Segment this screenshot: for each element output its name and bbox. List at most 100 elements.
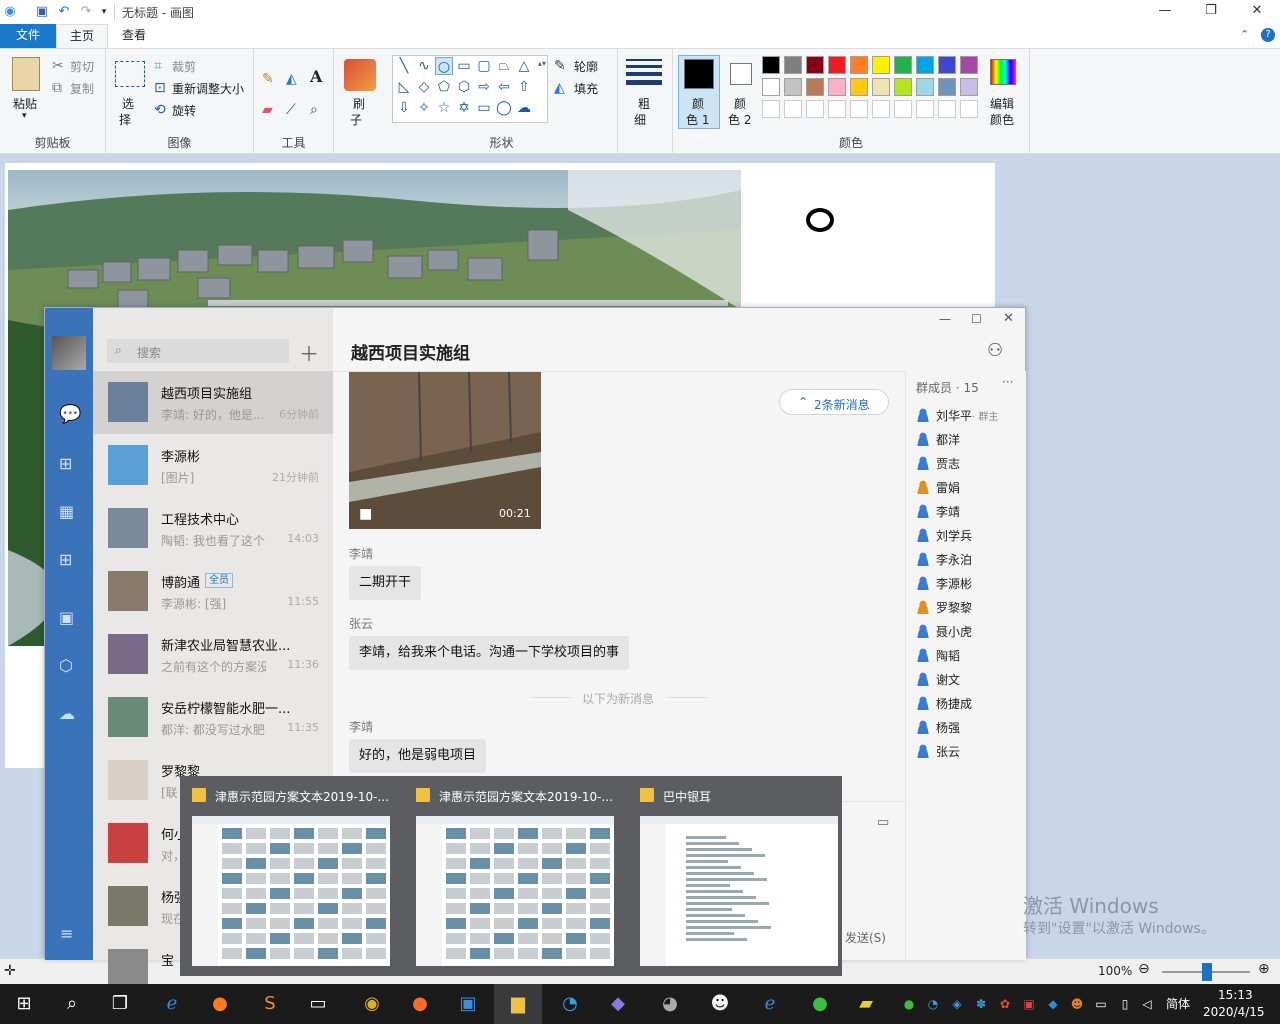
chat-icon[interactable]: 💬 xyxy=(59,404,81,425)
member-item[interactable]: 杨强 xyxy=(916,719,960,736)
drawn-oval-shape[interactable] xyxy=(806,208,834,232)
up-arrow-shape-icon[interactable]: ⇧ xyxy=(515,78,533,96)
calendar-icon[interactable]: ▦ xyxy=(59,502,74,521)
file-explorer-icon[interactable]: ▆ xyxy=(494,984,542,1024)
workbench-icon[interactable]: ⬡ xyxy=(59,656,73,675)
rounded-rect-shape-icon[interactable]: ▢ xyxy=(475,57,493,75)
search-icon[interactable]: ⌕ xyxy=(48,984,96,1024)
quick-access-dropdown-icon[interactable]: ▾ xyxy=(96,4,112,20)
search-box[interactable]: ⌕ 搜索 xyxy=(107,339,289,363)
window-thumbnail[interactable]: 津惠示范园方案文本2019-10-... xyxy=(404,776,624,976)
group-settings-icon[interactable]: ⚇ xyxy=(987,340,1003,361)
hexagon-shape-icon[interactable]: ⬡ xyxy=(455,78,473,96)
ime-indicator[interactable]: 简体 xyxy=(1166,995,1190,1012)
docs-icon[interactable]: ▣ xyxy=(59,608,74,627)
app-window-icon[interactable]: ▣ xyxy=(444,984,492,1024)
ie-browser-icon-2[interactable]: ℯ xyxy=(746,984,794,1024)
tray-app5-icon[interactable]: ◆ xyxy=(1044,996,1062,1012)
brush-icon[interactable] xyxy=(344,59,376,91)
zoom-slider-thumb[interactable] xyxy=(1202,963,1212,981)
right-triangle-shape-icon[interactable]: ◺ xyxy=(395,78,413,96)
undo-icon[interactable]: ↶ xyxy=(56,4,72,20)
paint-taskbar-icon[interactable]: ◕ xyxy=(646,984,694,1024)
video-message[interactable]: ■ 00:21 xyxy=(349,372,541,529)
brush-button[interactable]: 刷 xyxy=(353,95,365,112)
zoom-out-icon[interactable]: ⊖ xyxy=(1138,961,1150,977)
polygon-shape-icon[interactable]: ⏢ xyxy=(495,57,513,75)
app-search-icon[interactable]: ◔ xyxy=(546,984,594,1024)
tab-view[interactable]: 查看 xyxy=(108,24,160,48)
cut-icon[interactable]: ✂ xyxy=(52,58,64,74)
clock-date[interactable]: 2020/4/15 xyxy=(1203,1005,1265,1019)
window-thumbnail[interactable]: 巴中银耳 xyxy=(628,776,848,976)
message-bubble[interactable]: 二期开干 xyxy=(349,566,422,600)
member-item[interactable]: 李永泊 xyxy=(916,551,972,568)
resize-icon[interactable]: ⊡ xyxy=(154,80,166,96)
outline-icon[interactable]: ✎ xyxy=(554,58,566,74)
chat-list-item[interactable]: 新津农业局智慧农业... 之前有这个的方案没。 11:36 xyxy=(93,623,333,686)
menu-icon[interactable]: ≡ xyxy=(60,924,73,943)
member-item[interactable]: 李靖 xyxy=(916,503,960,520)
crop-button[interactable]: 裁剪 xyxy=(172,58,196,75)
member-item[interactable]: 刘华平· 群主 xyxy=(916,407,998,424)
wechat-close-button[interactable]: ✕ xyxy=(1003,311,1014,326)
chrome-icon[interactable]: ◉ xyxy=(348,984,396,1024)
apps-icon[interactable]: ⊞ xyxy=(59,550,72,569)
rectangle-shape-icon[interactable]: ▭ xyxy=(455,57,473,75)
sublime-icon[interactable]: S xyxy=(246,984,294,1024)
rotate-button[interactable]: 旋转 xyxy=(172,102,196,119)
chat-list-item[interactable]: 李源彬 [图片] 21分钟前 xyxy=(93,434,333,497)
terminal-icon[interactable]: ▭ xyxy=(294,984,342,1024)
color-picker-icon[interactable]: ⟋ xyxy=(286,102,296,118)
paste-dropdown-icon[interactable]: ▾ xyxy=(22,111,27,121)
select-button[interactable]: 选 xyxy=(122,95,134,112)
member-item[interactable]: 刘学兵 xyxy=(916,527,972,544)
tray-app4-icon[interactable]: ▣ xyxy=(1020,996,1038,1012)
battery-icon[interactable]: ▯ xyxy=(1116,996,1134,1012)
wechat-maximize-button[interactable]: ☐ xyxy=(971,312,982,326)
fill-button[interactable]: 填充 xyxy=(574,80,598,97)
rotate-icon[interactable]: ⟲ xyxy=(154,102,166,118)
eraser-icon[interactable]: ▰ xyxy=(262,102,273,118)
line-shape-icon[interactable]: ╲ xyxy=(395,57,413,75)
send-button[interactable]: 发送(S) xyxy=(845,929,886,946)
collapse-ribbon-icon[interactable]: ⌃ xyxy=(1240,28,1249,41)
zoom-in-icon[interactable]: ⊕ xyxy=(1258,961,1270,977)
crop-icon[interactable]: ⌗ xyxy=(154,58,162,74)
callout-oval-icon[interactable]: ◯ xyxy=(495,99,513,117)
triangle-shape-icon[interactable]: △ xyxy=(515,57,533,75)
callout-rect-icon[interactable]: ▭ xyxy=(475,99,493,117)
app-notes-icon[interactable]: ▰ xyxy=(842,984,890,1024)
select-button-line2[interactable]: 择 xyxy=(119,111,131,128)
member-item[interactable]: 陶韬 xyxy=(916,647,960,664)
start-button[interactable]: ⊞ xyxy=(0,984,48,1024)
pencil-icon[interactable]: ✎ xyxy=(262,71,274,87)
tab-file[interactable]: 文件 xyxy=(0,24,56,48)
new-chat-button[interactable]: ＋ xyxy=(299,338,319,367)
copy-icon[interactable]: ⧉ xyxy=(52,80,62,96)
shapes-scroll-icon[interactable]: ▴▾ xyxy=(538,59,546,68)
size-button[interactable]: 粗 xyxy=(638,95,650,112)
size-icon[interactable] xyxy=(626,59,662,85)
cloud-icon[interactable]: ☁ xyxy=(59,704,75,723)
fill-bucket-icon[interactable]: ◭ xyxy=(286,71,297,87)
member-item[interactable]: 聂小虎 xyxy=(916,623,972,640)
chat-list-item[interactable]: 安岳柠檬智能水肥一... 都洋: 都没写过水肥... 11:35 xyxy=(93,686,333,749)
message-bubble[interactable]: 李靖，给我来个电话。沟通一下学校项目的事 xyxy=(349,636,630,670)
chat-list-item[interactable]: 工程技术中心 陶韬: 我也看了这个... 14:03 xyxy=(93,497,333,560)
size-button-line2[interactable]: 细 xyxy=(634,111,646,128)
window-thumbnail[interactable]: 津惠示范园方案文本2019-10-... xyxy=(180,776,400,976)
app-cloud-icon[interactable]: ◆ xyxy=(594,984,642,1024)
left-arrow-shape-icon[interactable]: ⇦ xyxy=(495,78,513,96)
task-view-icon[interactable]: ❐ xyxy=(96,984,144,1024)
oval-shape-icon[interactable]: ○ xyxy=(435,57,453,75)
user-avatar[interactable] xyxy=(52,336,86,370)
pentagon-shape-icon[interactable]: ⬠ xyxy=(435,78,453,96)
redo-icon[interactable]: ↷ xyxy=(78,4,94,20)
member-item[interactable]: 雷娟 xyxy=(916,479,960,496)
six-point-star-icon[interactable]: ✡ xyxy=(455,99,473,117)
minimize-button[interactable]: — xyxy=(1142,0,1188,24)
curve-shape-icon[interactable]: ∿ xyxy=(415,57,433,75)
close-button[interactable]: ✕ xyxy=(1234,0,1280,24)
search-input[interactable]: 搜索 xyxy=(137,344,161,361)
